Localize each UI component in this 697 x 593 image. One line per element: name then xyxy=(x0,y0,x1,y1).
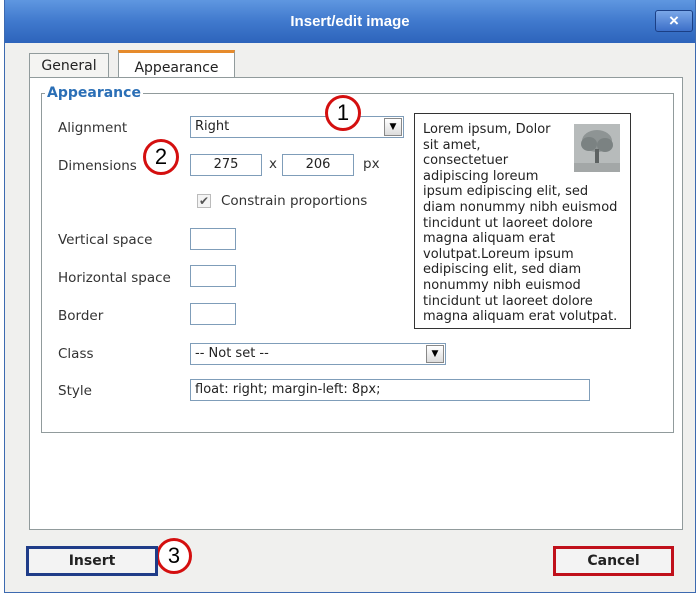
callout-3: 3 xyxy=(156,538,192,574)
close-button[interactable]: × xyxy=(655,10,693,32)
constrain-proportions-checkbox[interactable]: ✔ xyxy=(197,194,211,208)
horizontal-space-label: Horizontal space xyxy=(58,270,171,286)
dimensions-separator: x xyxy=(269,156,277,172)
style-label: Style xyxy=(58,383,92,399)
width-value: 275 xyxy=(213,157,239,172)
alignment-label: Alignment xyxy=(58,120,128,136)
vertical-space-input[interactable] xyxy=(190,228,236,250)
insert-edit-image-dialog: Insert/edit image × General Appearance A… xyxy=(4,0,696,593)
dialog-title: Insert/edit image xyxy=(290,13,410,30)
height-input[interactable]: 206 xyxy=(282,154,354,176)
checkmark-icon: ✔ xyxy=(198,194,210,208)
vertical-space-label: Vertical space xyxy=(58,232,153,248)
close-icon: × xyxy=(669,11,679,30)
callout-1: 1 xyxy=(325,95,361,131)
tree-icon xyxy=(574,124,620,172)
border-input[interactable] xyxy=(190,303,236,325)
chevron-down-icon[interactable]: ▼ xyxy=(426,345,444,363)
preview-image xyxy=(574,124,620,172)
height-value: 206 xyxy=(305,157,331,172)
callout-2: 2 xyxy=(143,139,179,175)
fieldset-legend: Appearance xyxy=(47,85,141,101)
dimensions-unit: px xyxy=(363,156,380,172)
insert-button[interactable]: Insert xyxy=(26,546,158,576)
tab-appearance[interactable]: Appearance xyxy=(118,50,235,78)
tab-general[interactable]: General xyxy=(29,53,109,77)
dimensions-label: Dimensions xyxy=(58,158,137,174)
style-input[interactable]: float: right; margin-left: 8px; xyxy=(190,379,590,401)
constrain-proportions-label: Constrain proportions xyxy=(221,193,368,209)
dialog-title-bar[interactable]: Insert/edit image × xyxy=(5,0,695,43)
class-label: Class xyxy=(58,346,94,362)
style-value: float: right; margin-left: 8px; xyxy=(195,382,381,397)
alignment-select[interactable]: Right ▼ xyxy=(190,116,404,138)
chevron-down-icon[interactable]: ▼ xyxy=(384,118,402,136)
class-select-value: -- Not set -- xyxy=(195,346,269,361)
alignment-select-value: Right xyxy=(195,119,230,134)
cancel-button[interactable]: Cancel xyxy=(553,546,674,576)
width-input[interactable]: 275 xyxy=(190,154,262,176)
horizontal-space-input[interactable] xyxy=(190,265,236,287)
class-select[interactable]: -- Not set -- ▼ xyxy=(190,343,446,365)
border-label: Border xyxy=(58,308,104,324)
alignment-preview: Lorem ipsum, Dolor sit amet, consectetue… xyxy=(414,113,631,329)
